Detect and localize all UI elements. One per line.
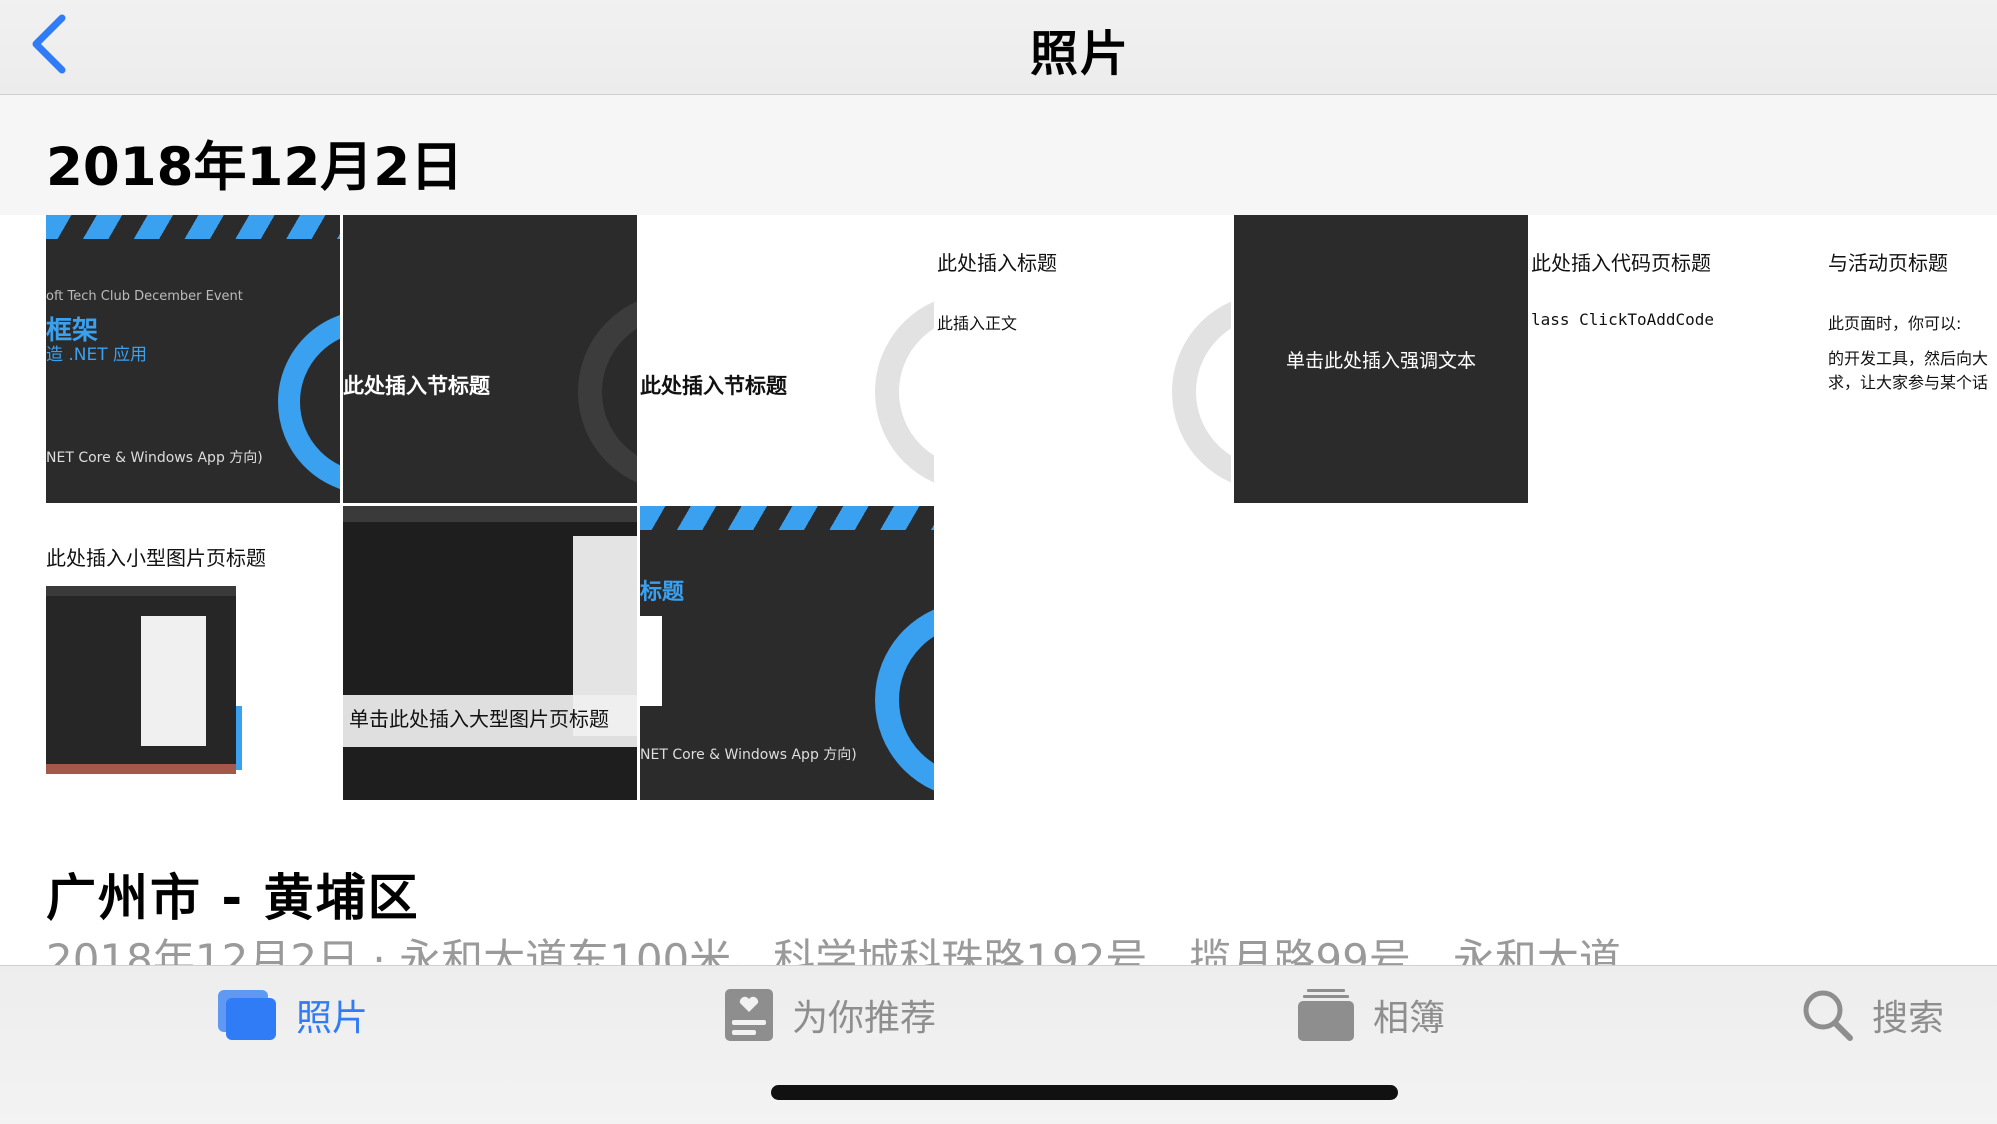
slide-body: 此插入正文 <box>937 314 1018 333</box>
slide-logo <box>1172 293 1231 491</box>
tab-label: 为你推荐 <box>792 998 937 1039</box>
photos-icon <box>218 990 276 1040</box>
photo-thumbnail[interactable]: 此处插入小型图片页标题 <box>46 506 340 800</box>
slide-code: lass ClickToAddCode <box>1531 310 1715 329</box>
photo-thumbnail[interactable]: 此处插入节标题 <box>343 215 637 503</box>
slide-section-title: 此处插入节标题 <box>640 374 787 398</box>
tab-for-you[interactable]: 为你推荐 <box>724 985 936 1045</box>
slide-screenshot <box>46 586 236 774</box>
slide-logo <box>278 310 340 494</box>
tab-label: 相簿 <box>1373 998 1446 1039</box>
slide-logo <box>875 293 934 491</box>
slide-stripes <box>640 506 934 530</box>
albums-icon <box>1298 989 1354 1041</box>
slide-section-title: 此处插入节标题 <box>343 374 490 398</box>
slide-stripes <box>46 215 340 239</box>
photo-thumbnail[interactable]: oft Tech Club December Event 框架 造 .NET 应… <box>46 215 340 503</box>
slide-title: 此处插入小型图片页标题 <box>46 546 266 570</box>
slide-title: 单击此处插入大型图片页标题 <box>349 707 609 731</box>
location-title[interactable]: 广州市 - 黄埔区 <box>46 858 420 930</box>
slide-title: 此处插入标题 <box>937 251 1057 275</box>
slide-emphasis-text: 单击此处插入强调文本 <box>1285 350 1476 372</box>
tab-label: 照片 <box>296 998 369 1039</box>
photo-thumbnail[interactable]: 此处插入标题 此插入正文 <box>937 215 1231 503</box>
tab-photos[interactable]: 照片 <box>216 985 368 1045</box>
slide-body-line: 的开发工具，然后向大 <box>1828 349 1989 368</box>
slide-logo <box>875 601 934 799</box>
slide-heading: 标题 <box>640 580 685 605</box>
tab-albums[interactable]: 相簿 <box>1297 985 1445 1045</box>
page-title: 照片 <box>1029 26 1130 82</box>
slide-body-line: 求，让大家参与某个话 <box>1828 373 1989 392</box>
tab-label: 搜索 <box>1872 998 1945 1039</box>
photo-thumbnail[interactable]: 此处插入代码页标题 lass ClickToAddCode <box>1531 215 1825 503</box>
tab-search[interactable]: 搜索 <box>1802 985 1944 1045</box>
section-date: 2018年12月2日 <box>46 137 464 198</box>
photo-thumbnail[interactable]: 与活动页标题 此页面时，你可以: 的开发工具，然后向大 求，让大家参与某个话 <box>1828 215 1997 503</box>
home-indicator[interactable] <box>771 1085 1398 1100</box>
slide-title: 此处插入代码页标题 <box>1531 251 1711 275</box>
slide-event-text: oft Tech Club December Event <box>46 289 243 304</box>
photo-thumbnail[interactable]: 单击此处插入大型图片页标题 <box>343 506 637 800</box>
slide-footer: NET Core & Windows App 方向) <box>640 747 857 763</box>
photo-thumbnail[interactable]: 标题 NET Core & Windows App 方向) <box>640 506 934 800</box>
slide-title: 与活动页标题 <box>1828 251 1948 275</box>
search-icon <box>1803 990 1853 1041</box>
photo-thumbnail[interactable]: 单击此处插入强调文本 <box>1234 215 1528 503</box>
slide-logo <box>578 293 637 491</box>
slide-subheading: 造 .NET 应用 <box>46 345 148 365</box>
slide-footer: NET Core & Windows App 方向) <box>46 450 263 466</box>
photo-thumbnail[interactable]: 此处插入节标题 <box>640 215 934 503</box>
for-you-icon <box>725 989 773 1041</box>
slide-body-line: 此页面时，你可以: <box>1828 314 1962 333</box>
